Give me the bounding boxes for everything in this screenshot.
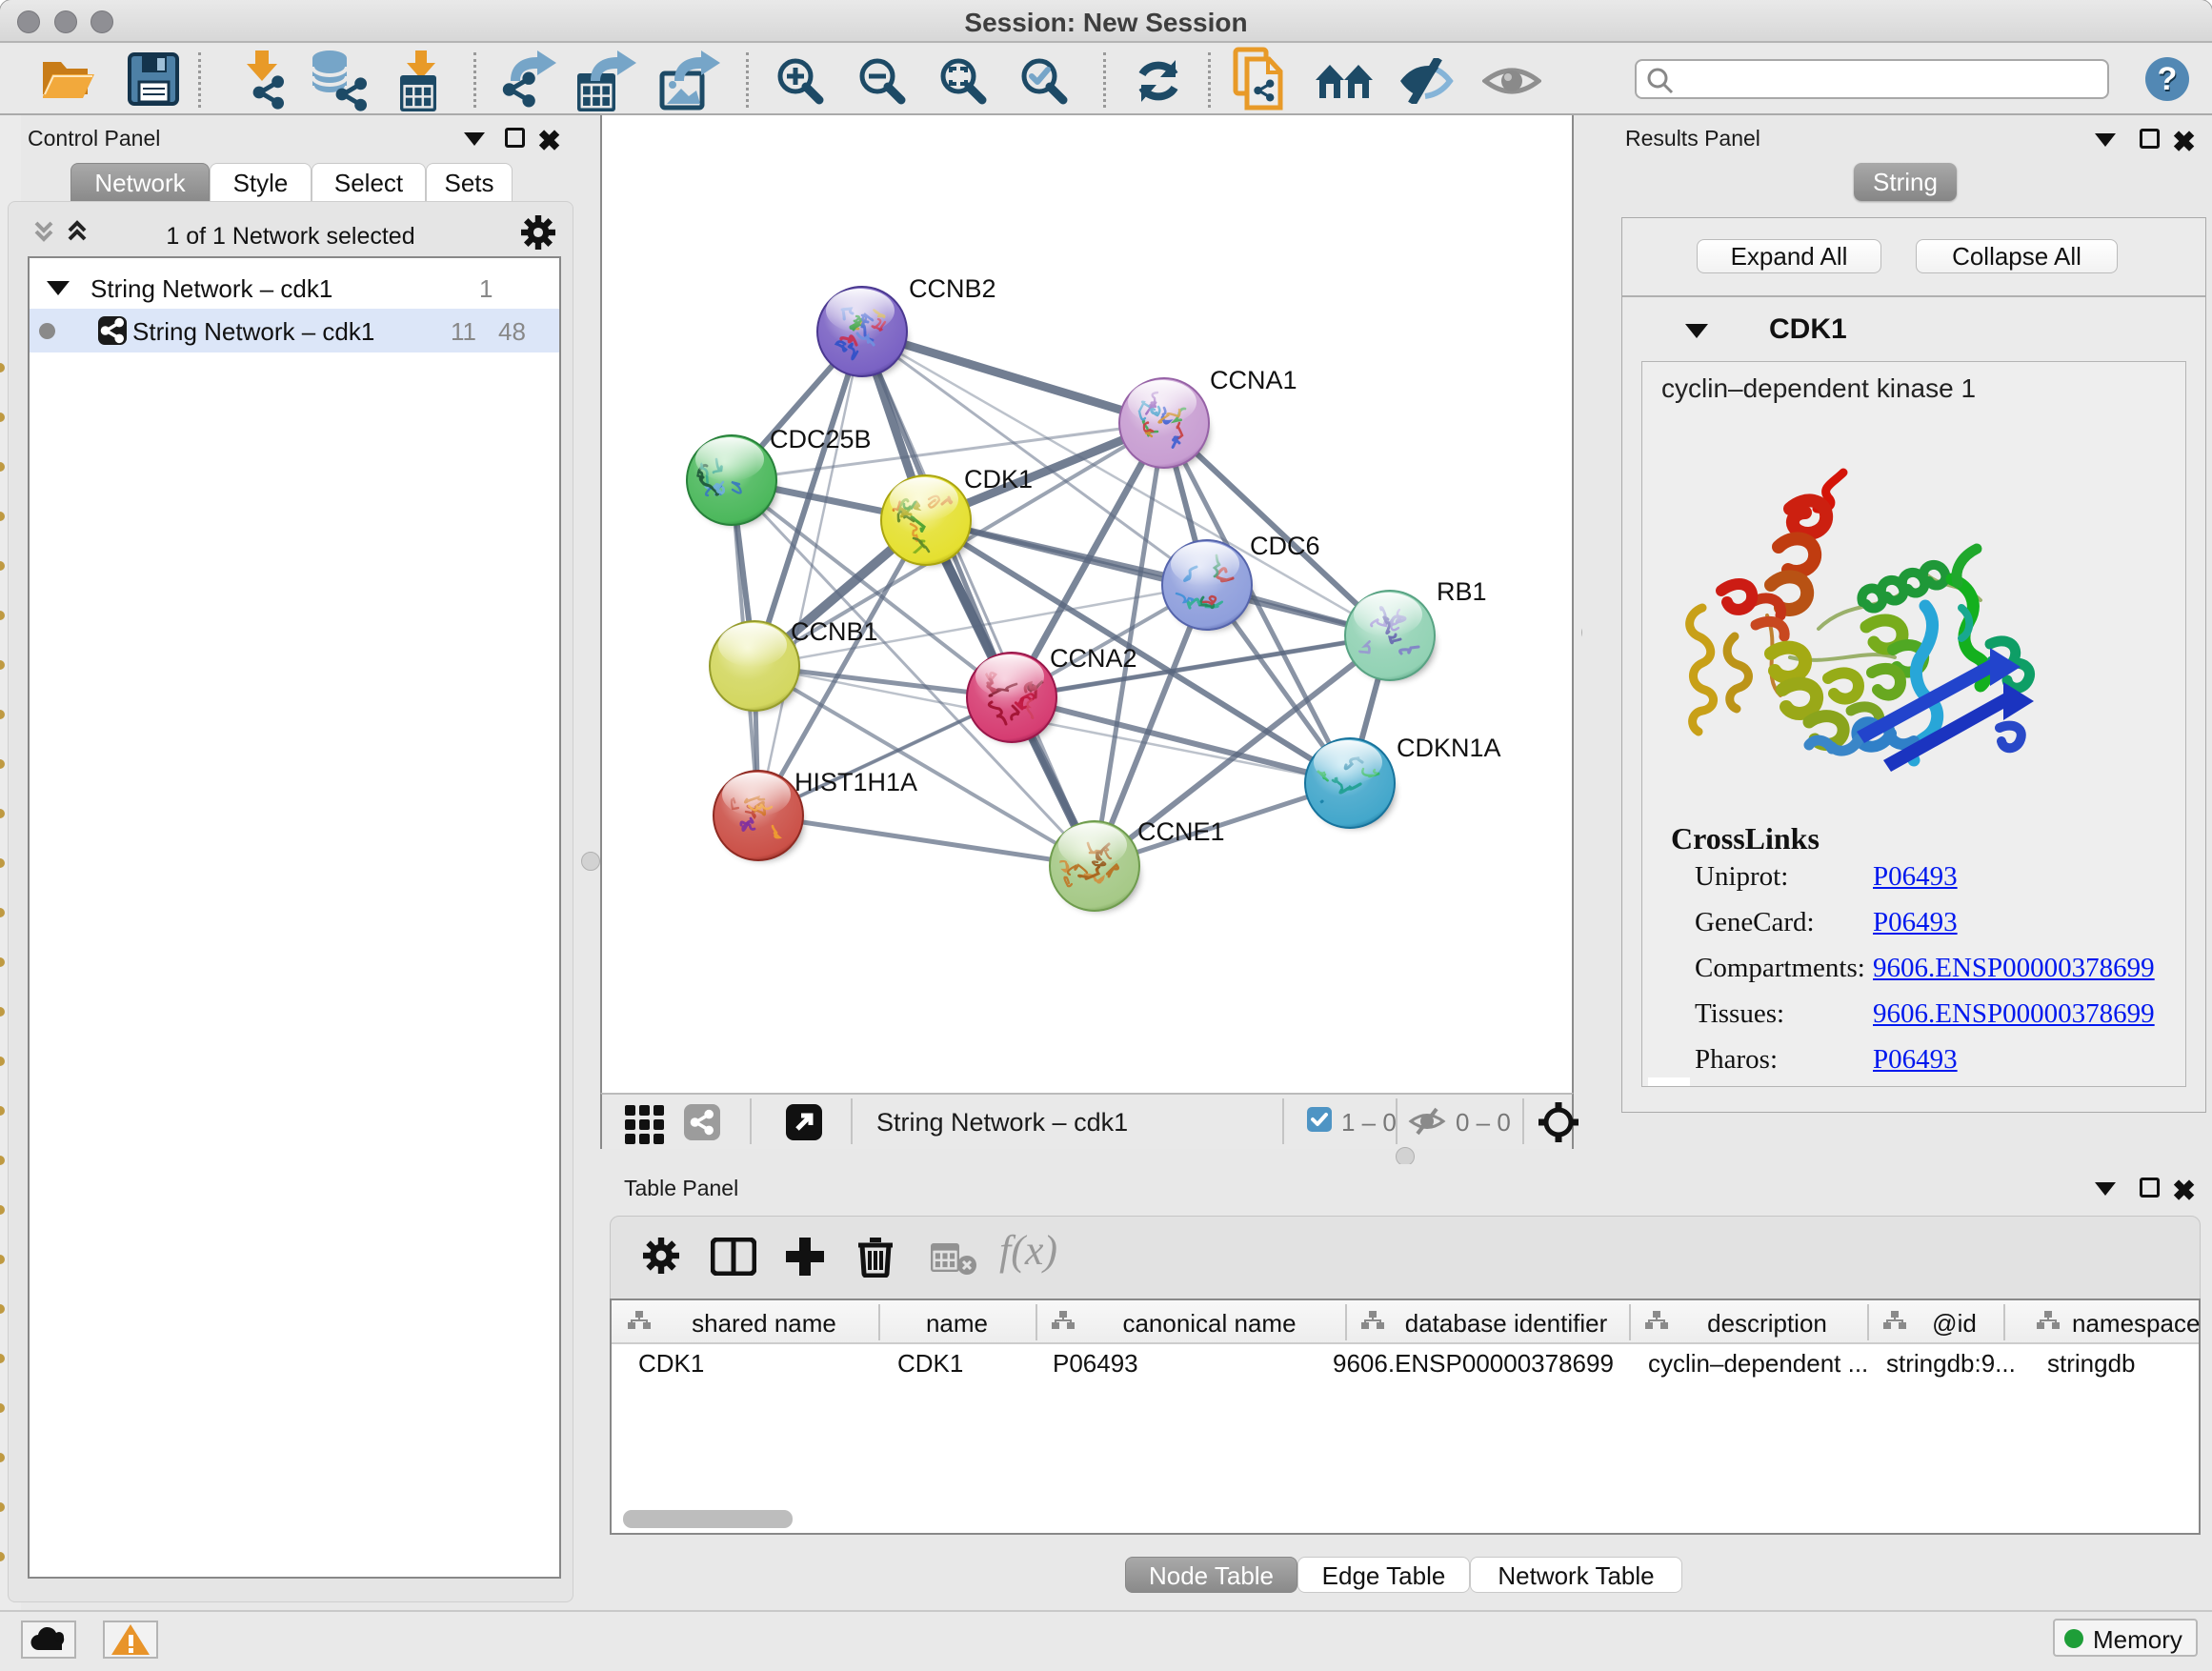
svg-text:CCNB2: CCNB2 [909, 274, 996, 303]
svg-text:CCNA1: CCNA1 [1210, 366, 1297, 394]
svg-text:CDKN1A: CDKN1A [1397, 734, 1501, 762]
svg-text:CDC25B: CDC25B [770, 425, 872, 453]
svg-text:CCNA2: CCNA2 [1050, 644, 1137, 673]
svg-text:CDC6: CDC6 [1250, 532, 1320, 560]
svg-text:HIST1H1A: HIST1H1A [794, 768, 917, 796]
svg-text:CCNB1: CCNB1 [791, 617, 878, 646]
svg-text:CCNE1: CCNE1 [1137, 817, 1225, 846]
svg-text:CDK1: CDK1 [964, 465, 1033, 493]
svg-text:RB1: RB1 [1437, 577, 1487, 606]
